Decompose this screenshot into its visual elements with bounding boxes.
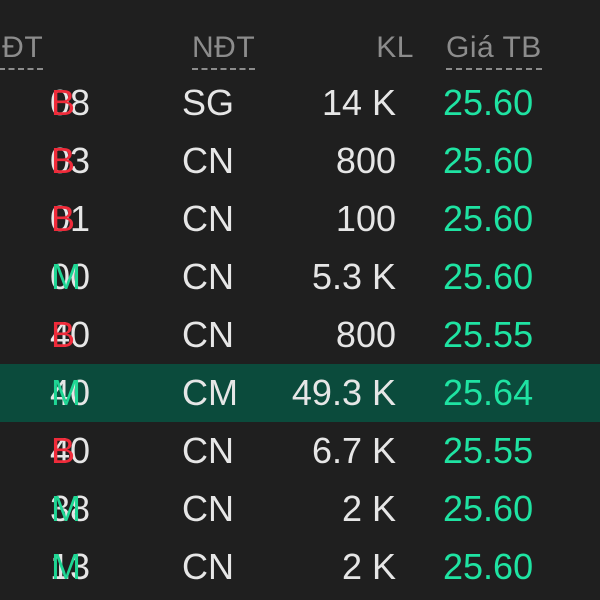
side-badge: B — [51, 430, 76, 471]
time-cell: 40 — [49, 314, 90, 355]
price-cell: 25.60 — [443, 82, 534, 123]
table-row[interactable]: 40 B CN 800 25.55 — [0, 306, 600, 364]
table-row[interactable]: 08 B SG 14 K 25.60 — [0, 74, 600, 132]
volume-cell: 5.3 K — [311, 256, 396, 297]
volume-cell: 2 K — [341, 546, 396, 587]
table-row[interactable]: 40 B CN 6.7 K 25.55 — [0, 422, 600, 480]
table-header: NĐT NĐT KL Giá TB — [0, 0, 600, 75]
investor-type-cell: CN — [182, 198, 234, 239]
investor-type-cell: CN — [182, 256, 234, 297]
price-cell: 25.55 — [443, 314, 534, 355]
side-badge: M — [51, 372, 81, 413]
trade-list: 08 B SG 14 K 25.60 03 B CN 800 25.60 01 B CN 100 25.60… — [0, 74, 600, 596]
side-badge: M — [51, 488, 81, 529]
volume-cell: 800 — [335, 140, 396, 181]
side-badge: B — [51, 82, 76, 123]
table-row[interactable]: 00 M CN 5.3 K 25.60 — [0, 248, 600, 306]
table-row[interactable]: 38 M CN 2 K 25.60 — [0, 480, 600, 538]
price-cell: 25.60 — [443, 256, 534, 297]
table-row[interactable]: 40 M CM 49.3 K 25.64 — [0, 364, 600, 422]
volume-cell: 14 K — [321, 82, 396, 123]
investor-type-cell: SG — [182, 82, 235, 123]
investor-type-cell: CM — [182, 372, 238, 413]
investor-type-cell: CN — [182, 140, 234, 181]
trade-history-panel: NĐT NĐT KL Giá TB 08BSG14 K25.6003BCN800… — [0, 0, 600, 600]
time-cell: 40 — [49, 430, 90, 471]
time-cell: 08 — [49, 82, 90, 123]
investor-type-cell: CN — [182, 430, 234, 471]
header-gia-tb[interactable]: Giá TB — [446, 30, 542, 70]
volume-cell: 6.7 K — [311, 430, 396, 471]
price-cell: 25.55 — [443, 430, 534, 471]
header-ndt[interactable]: NĐT — [192, 30, 256, 70]
side-badge: M — [51, 546, 81, 587]
price-cell: 25.60 — [443, 488, 534, 529]
side-badge: B — [51, 140, 76, 181]
table-row[interactable]: 03 B CN 800 25.60 — [0, 132, 600, 190]
price-cell: 25.64 — [443, 372, 534, 413]
investor-type-cell: CN — [182, 546, 234, 587]
time-cell: 03 — [49, 140, 90, 181]
volume-cell: 100 — [335, 198, 396, 239]
side-badge: M — [51, 256, 81, 297]
side-badge: B — [51, 314, 76, 355]
price-cell: 25.60 — [443, 546, 534, 587]
volume-cell: 800 — [335, 314, 396, 355]
side-badge: B — [51, 198, 76, 239]
header-kl: KL — [376, 31, 414, 64]
price-cell: 25.60 — [443, 198, 534, 239]
volume-cell: 2 K — [341, 488, 396, 529]
investor-type-cell: CN — [182, 488, 234, 529]
header-ndt-left[interactable]: NĐT — [0, 30, 44, 70]
price-cell: 25.60 — [443, 140, 534, 181]
table-row[interactable]: 01 B CN 100 25.60 — [0, 190, 600, 248]
table-row[interactable]: 13 M CN 2 K 25.60 — [0, 538, 600, 596]
investor-type-cell: CN — [182, 314, 234, 355]
volume-cell: 49.3 K — [291, 372, 396, 413]
time-cell: 01 — [49, 198, 90, 239]
